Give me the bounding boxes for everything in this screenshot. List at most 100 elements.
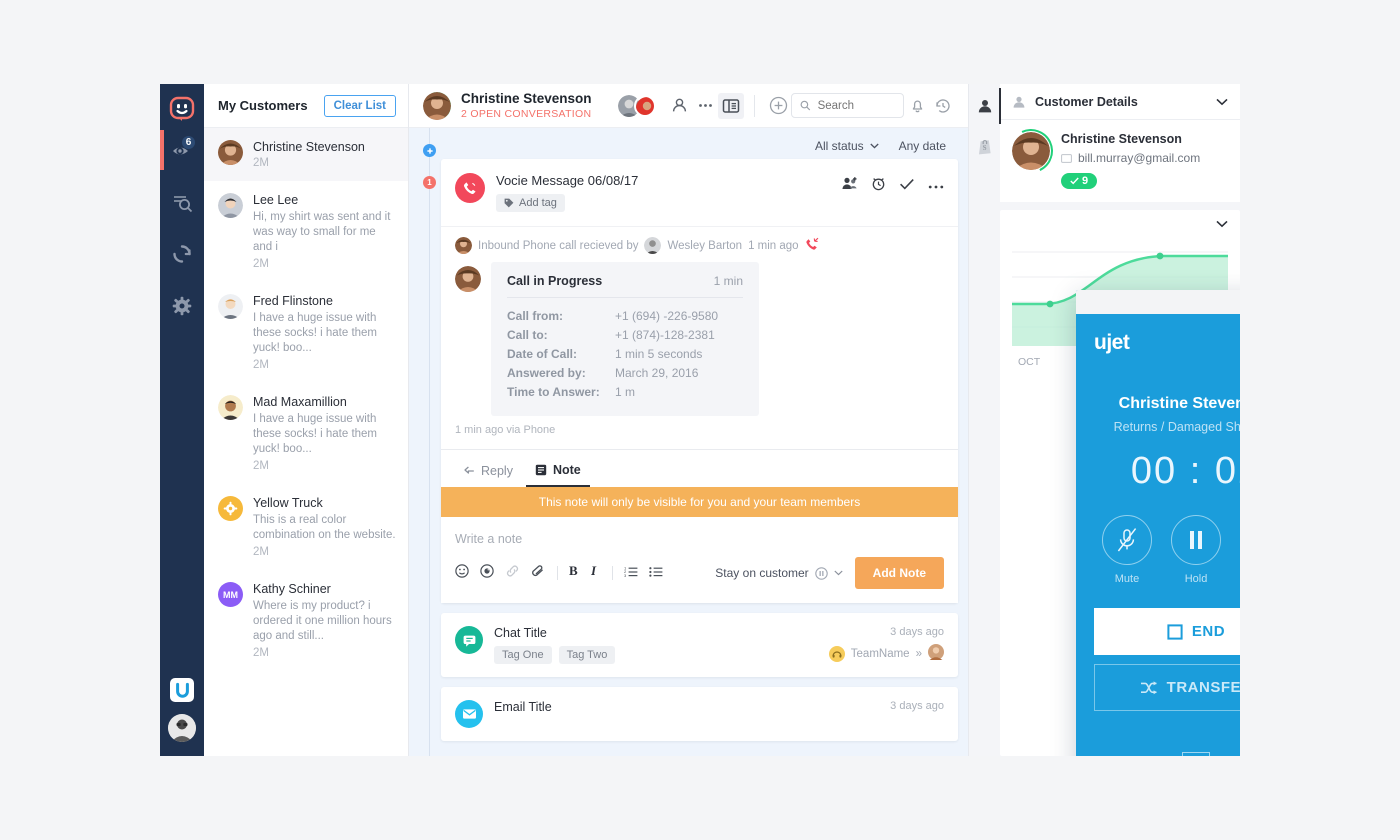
ujet-logo-icon[interactable]: [170, 678, 194, 702]
tag[interactable]: Tag One: [494, 646, 552, 664]
add-note-button[interactable]: Add Note: [854, 557, 944, 589]
filter-status[interactable]: All status: [815, 139, 879, 153]
list-item[interactable]: MM Kathy Schiner Where is my product? i …: [204, 570, 408, 671]
meta-time: 1 min ago: [748, 239, 799, 252]
attachment-icon[interactable]: [531, 564, 546, 583]
timeline-count-badge: 1: [423, 176, 436, 189]
transfer-call-button[interactable]: TRANSFER: [1094, 664, 1240, 711]
hold-control[interactable]: Hold: [1167, 515, 1225, 585]
list-item-time: 2M: [253, 460, 269, 472]
user-avatar[interactable]: [168, 714, 196, 742]
bold-icon[interactable]: B: [569, 563, 580, 582]
filter-date[interactable]: Any date: [899, 139, 946, 153]
search-box[interactable]: [791, 93, 904, 118]
timeline-add-dot[interactable]: [423, 144, 436, 157]
composer: Reply Note This note will only be visibl…: [441, 449, 958, 603]
plus-circle-icon[interactable]: [765, 93, 791, 119]
tab-note[interactable]: Note: [525, 458, 590, 487]
bullet-list-icon[interactable]: [649, 564, 663, 582]
meta-text: Inbound Phone call recieved by: [478, 239, 639, 252]
chevron-down-icon[interactable]: [1216, 220, 1228, 228]
tab-reply[interactable]: Reply: [455, 459, 522, 486]
list-item[interactable]: Fred Flinstone I have a huge issue with …: [204, 282, 408, 383]
sticker-icon[interactable]: [480, 563, 494, 583]
avatar: [218, 395, 243, 420]
end-call-button[interactable]: END: [1094, 608, 1240, 655]
divider: [557, 566, 558, 580]
list-item[interactable]: Yellow Truck This is a real color combin…: [204, 484, 408, 570]
hold-label: Hold: [1184, 573, 1208, 585]
sidebar-item-sync[interactable]: [160, 228, 204, 280]
conversation-feed: 1 All status Any date Vocie Message 06/0…: [409, 128, 968, 756]
alarm-icon[interactable]: [871, 176, 886, 196]
more-icon[interactable]: [928, 177, 944, 195]
clear-list-button[interactable]: Clear List: [323, 94, 396, 117]
chat-card[interactable]: Chat Title Tag One Tag Two 3 days ago Te…: [441, 613, 958, 677]
email-card[interactable]: Email Title 3 days ago: [441, 687, 958, 741]
history-icon[interactable]: [930, 93, 956, 119]
mute-label: Mute: [1114, 573, 1140, 585]
email-card-meta: 3 days ago: [890, 700, 944, 712]
mic-muted-icon[interactable]: [1102, 515, 1152, 565]
customer-email: bill.murray@gmail.com: [1061, 151, 1200, 165]
add-people-icon[interactable]: [841, 176, 858, 196]
bell-icon[interactable]: [904, 93, 930, 119]
pause-circle-icon: [814, 566, 828, 580]
add-party-control[interactable]: Add Party: [1236, 515, 1240, 585]
timeline-line: [429, 128, 430, 756]
split-view-icon[interactable]: [718, 92, 744, 119]
list-item-preview: I have a huge issue with these socks! i …: [253, 312, 378, 354]
avatar-initials-text: MM: [223, 589, 238, 600]
ujet-brand: ujet: [1094, 330, 1130, 354]
right-panel-tabs: S: [968, 84, 1001, 756]
avatar: [423, 91, 451, 120]
mute-control[interactable]: Mute: [1098, 515, 1156, 585]
filter-search-icon: [173, 195, 192, 212]
avatar: [455, 266, 481, 292]
list-item-preview: Hi, my shirt was sent and it was way to …: [253, 211, 391, 253]
list-item[interactable]: Christine Stevenson 2M: [204, 128, 408, 181]
avatar: [218, 294, 243, 319]
list-item-name: Yellow Truck: [253, 496, 323, 510]
format-icons: B I 123: [455, 563, 663, 583]
right-panel-title: Customer Details: [1035, 94, 1138, 109]
tab-shopify[interactable]: S: [969, 134, 1001, 158]
person-icon: [1013, 96, 1025, 108]
sidebar-item-settings[interactable]: [160, 280, 204, 332]
emoji-icon[interactable]: [455, 563, 469, 583]
list-item-name: Fred Flinstone: [253, 294, 333, 308]
conversation-header: Christine Stevenson 2 OPEN CONVERSATION: [409, 84, 968, 128]
conversation-column: Christine Stevenson 2 OPEN CONVERSATION: [409, 84, 968, 756]
sidebar-item-search[interactable]: [160, 176, 204, 228]
add-tag-button[interactable]: Add tag: [496, 194, 565, 212]
tab-customer-details[interactable]: [969, 88, 1001, 124]
person-icon[interactable]: [666, 93, 692, 119]
smiley-logo-icon[interactable]: [167, 94, 197, 124]
italic-icon[interactable]: I: [590, 563, 601, 582]
search-input[interactable]: [817, 99, 895, 112]
assignee-avatars[interactable]: [618, 94, 666, 117]
note-input[interactable]: Write a note: [441, 517, 958, 549]
check-icon[interactable]: [899, 177, 915, 196]
pause-icon[interactable]: [1171, 515, 1221, 565]
table-row: Call to: +1 (874)-128-2381: [507, 328, 715, 342]
more-icon[interactable]: [692, 93, 718, 119]
link-icon[interactable]: [505, 564, 520, 583]
chart-point: [1046, 300, 1054, 308]
email-card-title: Email Title: [494, 700, 552, 714]
call-reason: Returns / Damaged Shipment: [1113, 420, 1240, 434]
table-row: Call from: +1 (694) -226-9580: [507, 309, 719, 323]
avatar-initials: MM: [218, 582, 243, 607]
call-widget-top: ujet: [1094, 314, 1240, 358]
customer-list-column: My Customers Clear List Christine Steven…: [204, 84, 409, 756]
chat-card-title: Chat Title: [494, 626, 547, 640]
ordered-list-icon[interactable]: 123: [624, 564, 638, 582]
right-panel-header: Customer Details: [1000, 84, 1240, 120]
stay-on-customer-select[interactable]: Stay on customer: [715, 566, 843, 580]
list-item[interactable]: Mad Maxamillion I have a huge issue with…: [204, 383, 408, 484]
list-item[interactable]: Lee Lee Hi, my shirt was sent and it was…: [204, 181, 408, 282]
tag[interactable]: Tag Two: [558, 646, 616, 664]
sidebar-item-inbox[interactable]: 6: [160, 124, 204, 176]
chevron-down-icon[interactable]: [1216, 98, 1228, 106]
actions-button[interactable]: Actions: [1076, 752, 1240, 756]
